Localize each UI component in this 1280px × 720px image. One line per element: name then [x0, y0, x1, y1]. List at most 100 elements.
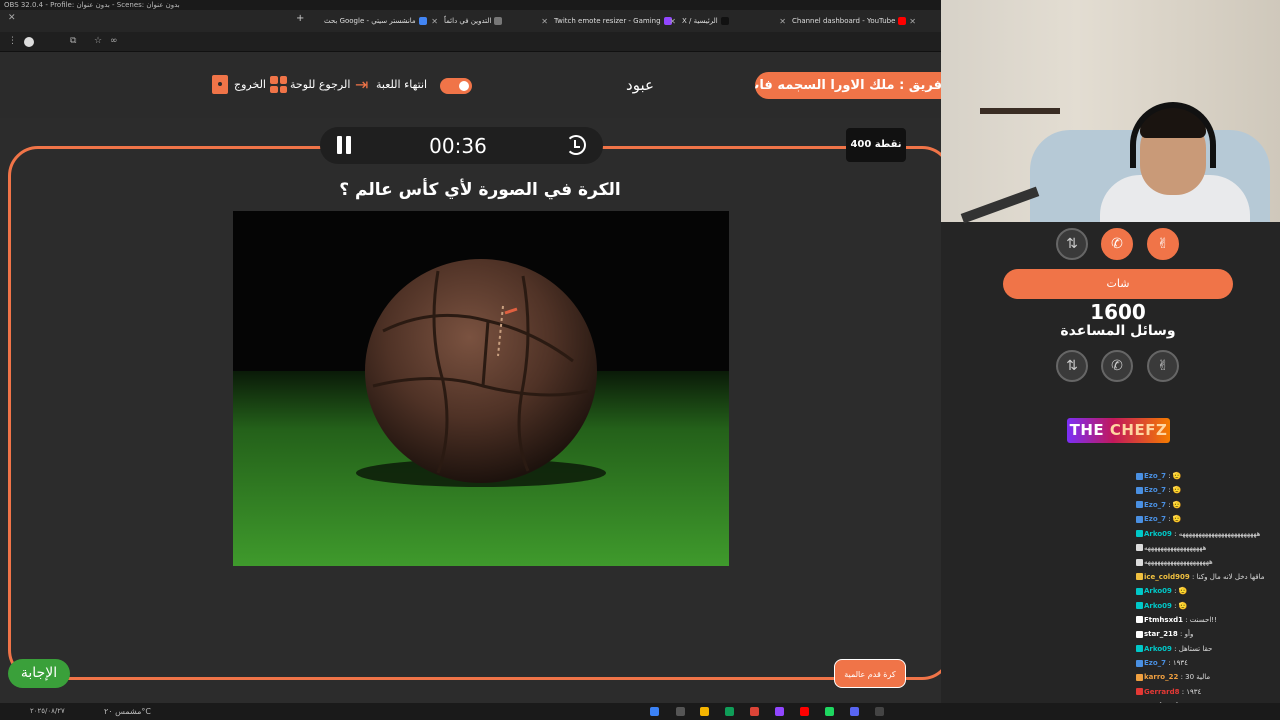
badge-icon — [1136, 587, 1143, 595]
chat-username[interactable]: karro_22 — [1144, 673, 1178, 681]
badge-icon — [1136, 645, 1143, 653]
close-icon[interactable]: ✕ — [541, 13, 548, 30]
badge-icon — [1136, 573, 1143, 581]
chat-username[interactable]: Ezo_7 — [1144, 486, 1166, 494]
chat-text: 🫡 — [1178, 601, 1188, 610]
taskbar-app-icon[interactable] — [750, 707, 759, 716]
tab-favicon-icon — [494, 17, 503, 25]
chat-text: 🫡 — [1172, 515, 1182, 524]
browser-tab[interactable]: Channel dashboard - YouTube ✕ — [788, 13, 918, 30]
chat-message: Arko09 : 🫡 — [1134, 599, 1280, 613]
chat-message: Ezo_7 : 🫡 — [1134, 469, 1280, 483]
star-icon[interactable]: ☆ — [94, 36, 102, 46]
help-tools-label: وسائل المساعدة — [1060, 323, 1176, 339]
chat-username[interactable]: Arko09 — [1144, 530, 1172, 538]
chat-text: ١٩٣٤ — [1172, 659, 1188, 668]
chat-separator: : — [1166, 659, 1173, 668]
phone-icon[interactable]: ✆ — [1101, 350, 1133, 382]
peace-icon[interactable]: ✌ — [1147, 350, 1179, 382]
swap-icon[interactable]: ⇅ — [1056, 228, 1088, 260]
badge-icon — [1136, 659, 1143, 667]
swap-icon[interactable]: ⇅ — [1056, 350, 1088, 382]
screen: OBS 32.0.4 - Profile: بدون عنوان - Scene… — [0, 0, 1280, 720]
logo-text-right: CHEFZ — [1109, 421, 1168, 439]
end-game-label[interactable]: انتهاء اللعبة — [376, 78, 427, 91]
end-game-toggle[interactable] — [440, 78, 472, 94]
close-icon[interactable]: ✕ — [8, 13, 16, 23]
chat-username[interactable]: Ezo_7 — [1144, 659, 1166, 667]
browser-tab[interactable]: بحث Google - مانشستر سيتي ✕ — [320, 13, 440, 30]
chat-username[interactable]: Ftmhsxd1 — [1144, 616, 1183, 624]
badge-icon — [1136, 602, 1143, 610]
webcam-shelf — [980, 108, 1060, 114]
badge-icon — [1136, 616, 1143, 624]
exit-door-icon[interactable] — [212, 75, 228, 94]
chat-text: وأو — [1184, 630, 1194, 639]
football-image — [233, 211, 729, 566]
tab-title: X / الرئيسية — [682, 17, 718, 25]
chat-username[interactable]: Gerrard8 — [1144, 688, 1179, 696]
peace-icon[interactable]: ✌ — [1147, 228, 1179, 260]
chat-message: Ftmhsxd1 : احسنت!! — [1134, 613, 1280, 627]
chat-username[interactable]: Ezo_7 — [1144, 472, 1166, 480]
taskbar-app-icon[interactable] — [875, 707, 884, 716]
pause-icon[interactable] — [337, 136, 351, 154]
chat-message: Ezo_7 : 🫡 — [1134, 483, 1280, 497]
tab-title: بحث Google - مانشستر سيتي — [324, 17, 416, 25]
taskbar-app-icon[interactable] — [850, 707, 859, 716]
chat-text: حقا تستاهل — [1178, 644, 1213, 653]
browser-tab[interactable]: Twitch emote resizer - Gaming ✕ — [550, 13, 678, 30]
browser-tab[interactable]: التدوين في دائماً ✕ — [440, 13, 550, 30]
chat-username[interactable]: Arko09 — [1144, 645, 1172, 653]
extension-icon[interactable]: ⧉ — [70, 36, 76, 46]
tab-title: Twitch emote resizer - Gaming — [554, 17, 661, 25]
restart-timer-icon[interactable] — [566, 135, 586, 155]
chat-username[interactable]: ice_cold909 — [1144, 573, 1190, 581]
badge-icon — [1136, 501, 1143, 509]
chat-message: star_218 : وأو — [1134, 627, 1280, 641]
logo-text-left: THE — [1069, 421, 1105, 439]
chat-message: Arko09 : 🫡 — [1134, 584, 1280, 598]
chat-text: 🫡 — [1172, 500, 1182, 509]
chat-separator: : — [1166, 472, 1173, 480]
link-icon[interactable]: ∞ — [110, 36, 118, 46]
profile-icon[interactable] — [24, 37, 34, 47]
chat-message: ice_cold909 : ماقها دخل لانه مال وكنا — [1134, 570, 1280, 584]
exit-label[interactable]: الخروج — [234, 78, 266, 91]
chat-text: ههههههههههههههههههههههههه — [1178, 529, 1261, 538]
obs-titlebar: OBS 32.0.4 - Profile: بدون عنوان - Scene… — [0, 0, 941, 10]
chat-separator: : — [1171, 587, 1179, 596]
chat-username[interactable]: Ezo_7 — [1144, 501, 1166, 509]
taskbar-app-icon[interactable] — [775, 707, 784, 716]
taskbar-app-icon[interactable] — [825, 707, 834, 716]
close-icon[interactable]: ✕ — [669, 13, 676, 30]
browser-tab[interactable]: X / الرئيسية ✕ — [678, 13, 788, 30]
taskbar-app-icon[interactable] — [725, 707, 734, 716]
taskbar-app-icon[interactable] — [650, 707, 659, 716]
chat-button[interactable]: شات — [1003, 269, 1233, 299]
chat-message: karro_22 : مالية 30 — [1134, 670, 1280, 684]
board-grid-icon[interactable] — [270, 76, 287, 93]
end-game-arrow-icon[interactable]: ⇥ — [355, 77, 368, 93]
answer-button[interactable]: الإجابة — [8, 659, 70, 688]
chat-message: Ezo_7 : 🫡 — [1134, 498, 1280, 512]
chat-separator: : — [1177, 630, 1185, 639]
question-text: الكرة في الصورة لأي كأس عالم ؟ — [339, 180, 621, 200]
chat-username[interactable]: Ezo_7 — [1144, 515, 1166, 523]
taskbar-app-icon[interactable] — [800, 707, 809, 716]
close-icon[interactable]: ✕ — [909, 13, 916, 30]
chat-username[interactable]: star_218 — [1144, 630, 1178, 638]
sponsor-logo: THE CHEFZ — [1067, 418, 1170, 443]
close-icon[interactable]: ✕ — [779, 13, 786, 30]
back-to-board-label[interactable]: الرجوع للوحة — [290, 78, 350, 91]
question-image — [233, 211, 729, 566]
chat-message: ههههههههههههههههههه — [1134, 541, 1280, 555]
chat-username[interactable]: Arko09 — [1144, 587, 1172, 595]
phone-icon[interactable]: ✆ — [1101, 228, 1133, 260]
new-tab-button[interactable]: + — [296, 13, 304, 24]
menu-icon[interactable]: ⋮ — [8, 36, 17, 46]
chat-username[interactable]: Arko09 — [1144, 602, 1172, 610]
taskbar-app-icon[interactable] — [676, 707, 685, 716]
close-icon[interactable]: ✕ — [431, 13, 438, 30]
taskbar-app-icon[interactable] — [700, 707, 709, 716]
